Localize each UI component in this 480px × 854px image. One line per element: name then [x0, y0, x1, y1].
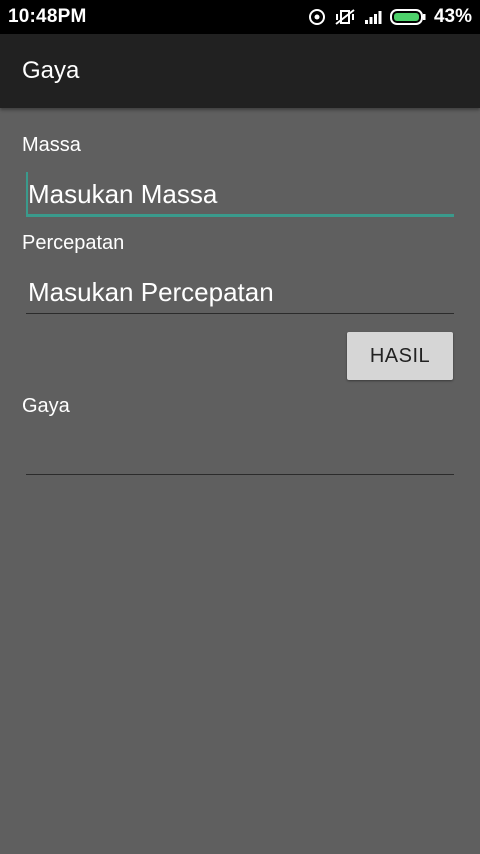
gaya-field-underline: [26, 474, 454, 475]
data-saver-icon: [308, 8, 326, 26]
status-time: 10:48PM: [8, 6, 87, 27]
massa-input-underline: [26, 214, 454, 217]
vibrate-alarm-icon: [334, 8, 356, 26]
battery-icon: [389, 8, 426, 26]
status-icons: 43%: [308, 6, 472, 28]
app-bar: Gaya: [0, 34, 480, 108]
battery-percent: 43%: [433, 6, 472, 27]
percepatan-label: Percepatan: [22, 232, 125, 254]
gaya-result-field[interactable]: [26, 428, 454, 474]
percepatan-input-underline: [26, 313, 454, 314]
gaya-label: Gaya: [22, 395, 70, 417]
status-bar: 10:48PM 43%: [0, 0, 480, 34]
massa-input[interactable]: [26, 171, 454, 217]
signal-icon: [364, 9, 382, 25]
hasil-button[interactable]: HASIL: [347, 332, 453, 380]
massa-label: Massa: [22, 134, 81, 156]
app-title: Gaya: [22, 57, 80, 84]
percepatan-input[interactable]: [26, 269, 454, 315]
main-content: Massa Percepatan HASIL Gaya: [0, 108, 480, 854]
